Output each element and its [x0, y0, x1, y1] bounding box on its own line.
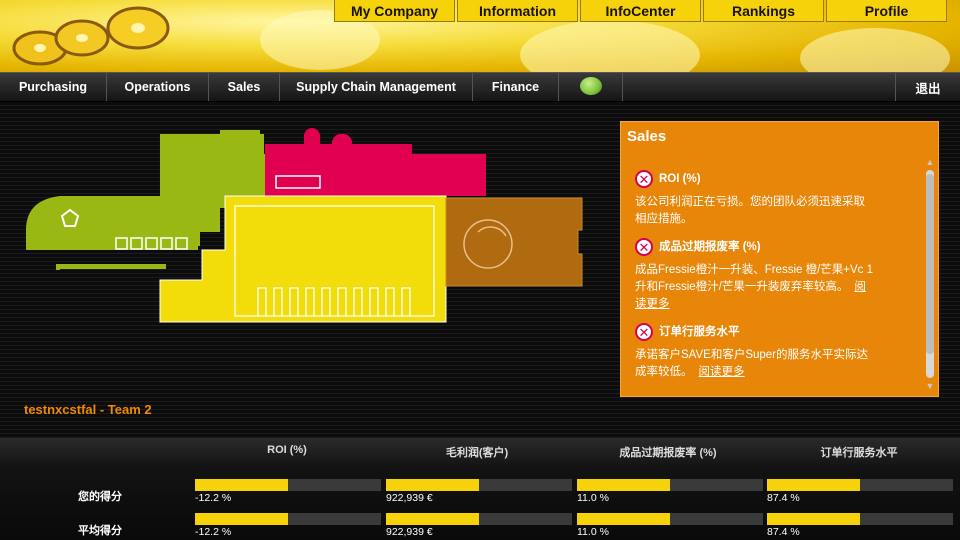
score-value: 87.4 % [767, 492, 800, 504]
logout-button[interactable]: 退出 [895, 73, 960, 101]
score-bar [577, 513, 763, 525]
score-bar-fill [195, 479, 288, 491]
top-navigation: My Company Information InfoCenter Rankin… [334, 0, 947, 22]
app-root: My Company Information InfoCenter Rankin… [0, 0, 960, 540]
company-floor-plan [26, 128, 583, 323]
sales-office[interactable] [265, 128, 486, 196]
panel-content: ✕ ROI (%) 该公司利润正在亏损。您的团队必须迅速采取相应措施。 ✕ 成品… [635, 170, 875, 391]
score-bar-fill [195, 513, 288, 525]
scroll-thumb[interactable] [926, 174, 934, 354]
score-row-label: 您的得分 [78, 491, 122, 503]
panel-title: Sales [627, 128, 667, 145]
item-text: 承诺客户SAVE和客户Super的服务水平实际达成率较低。 [635, 349, 869, 378]
scroll-up-icon[interactable]: ▲ [924, 156, 936, 168]
top-nav-rankings[interactable]: Rankings [703, 0, 824, 22]
top-nav-my-company[interactable]: My Company [334, 0, 455, 22]
score-bar-fill [386, 513, 479, 525]
score-value: 922,939 € [386, 492, 433, 504]
top-nav-profile[interactable]: Profile [826, 0, 947, 22]
item-expiry-text: 成品Fressie橙汁一升装、Fressie 橙/芒果+Vc 1升和Fressi… [635, 262, 875, 313]
score-bar-fill [577, 479, 670, 491]
score-bar-fill [386, 479, 479, 491]
score-bar [577, 479, 763, 491]
close-x-icon: ✕ [635, 323, 653, 341]
nav-operations[interactable]: Operations [107, 73, 209, 101]
nav-sales[interactable]: Sales [209, 73, 280, 101]
sales-info-panel: Sales ✕ ROI (%) 该公司利润正在亏损。您的团队必须迅速采取相应措施… [620, 121, 939, 397]
pineapple-slices-logo [12, 6, 170, 66]
score-bar [767, 479, 953, 491]
score-col-header: ROI (%) [267, 444, 307, 456]
top-nav-information[interactable]: Information [457, 0, 578, 22]
item-roi-text: 该公司利润正在亏损。您的团队必须迅速采取相应措施。 [635, 196, 865, 225]
item-title: 订单行服务水平 [659, 325, 740, 338]
nav-supply-chain-management[interactable]: Supply Chain Management [280, 73, 473, 101]
score-row-label: 平均得分 [78, 525, 122, 537]
item-expiry-title: ✕ 成品过期报废率 (%) [635, 238, 875, 256]
score-bar-fill [767, 513, 860, 525]
item-roi-title: ✕ ROI (%) [635, 170, 875, 188]
score-col-header: 成品过期报废率 (%) [619, 447, 717, 459]
item-text: 成品Fressie橙汁一升装、Fressie 橙/芒果+Vc 1升和Fressi… [635, 264, 874, 293]
panel-scrollbar[interactable]: ▲ ▼ [924, 156, 936, 392]
scores-panel: ROI (%) 毛利润(客户) 成品过期报废率 (%) 订单行服务水平 您的得分… [0, 438, 960, 540]
nav-purchasing[interactable]: Purchasing [0, 73, 107, 101]
score-col-header: 毛利润(客户) [445, 447, 509, 459]
scroll-down-icon[interactable]: ▼ [924, 380, 936, 392]
close-x-icon: ✕ [635, 238, 653, 256]
main-navigation: Purchasing Operations Sales Supply Chain… [0, 72, 960, 102]
score-col-header: 订单行服务水平 [820, 447, 898, 459]
nav-status[interactable] [559, 73, 623, 101]
item-title: 成品过期报废率 (%) [659, 240, 761, 253]
score-value: 87.4 % [767, 526, 800, 538]
supply-chain-storage[interactable] [445, 197, 583, 287]
score-bar [767, 513, 953, 525]
score-bar [195, 513, 381, 525]
item-service-text: 承诺客户SAVE和客户Super的服务水平实际达成率较低。 阅读更多 [635, 347, 875, 381]
score-value: 922,939 € [386, 526, 433, 538]
score-bar [195, 479, 381, 491]
score-value: -12.2 % [195, 526, 232, 538]
score-bar-fill [767, 479, 860, 491]
score-bar [386, 513, 572, 525]
score-value: 11.0 % [577, 526, 609, 538]
close-x-icon: ✕ [635, 170, 653, 188]
nav-finance[interactable]: Finance [473, 73, 559, 101]
item-service-title: ✕ 订单行服务水平 [635, 323, 875, 341]
score-bar-fill [577, 513, 670, 525]
item-title: ROI (%) [659, 172, 701, 185]
score-value: 11.0 % [577, 492, 609, 504]
status-dot-icon [579, 77, 602, 95]
header-banner: My Company Information InfoCenter Rankin… [0, 0, 960, 90]
score-value: -12.2 % [195, 492, 232, 504]
team-label: testnxcstfal - Team 2 [24, 402, 152, 417]
read-more-link[interactable]: 阅读更多 [699, 366, 745, 378]
top-nav-infocenter[interactable]: InfoCenter [580, 0, 701, 22]
score-bar [386, 479, 572, 491]
